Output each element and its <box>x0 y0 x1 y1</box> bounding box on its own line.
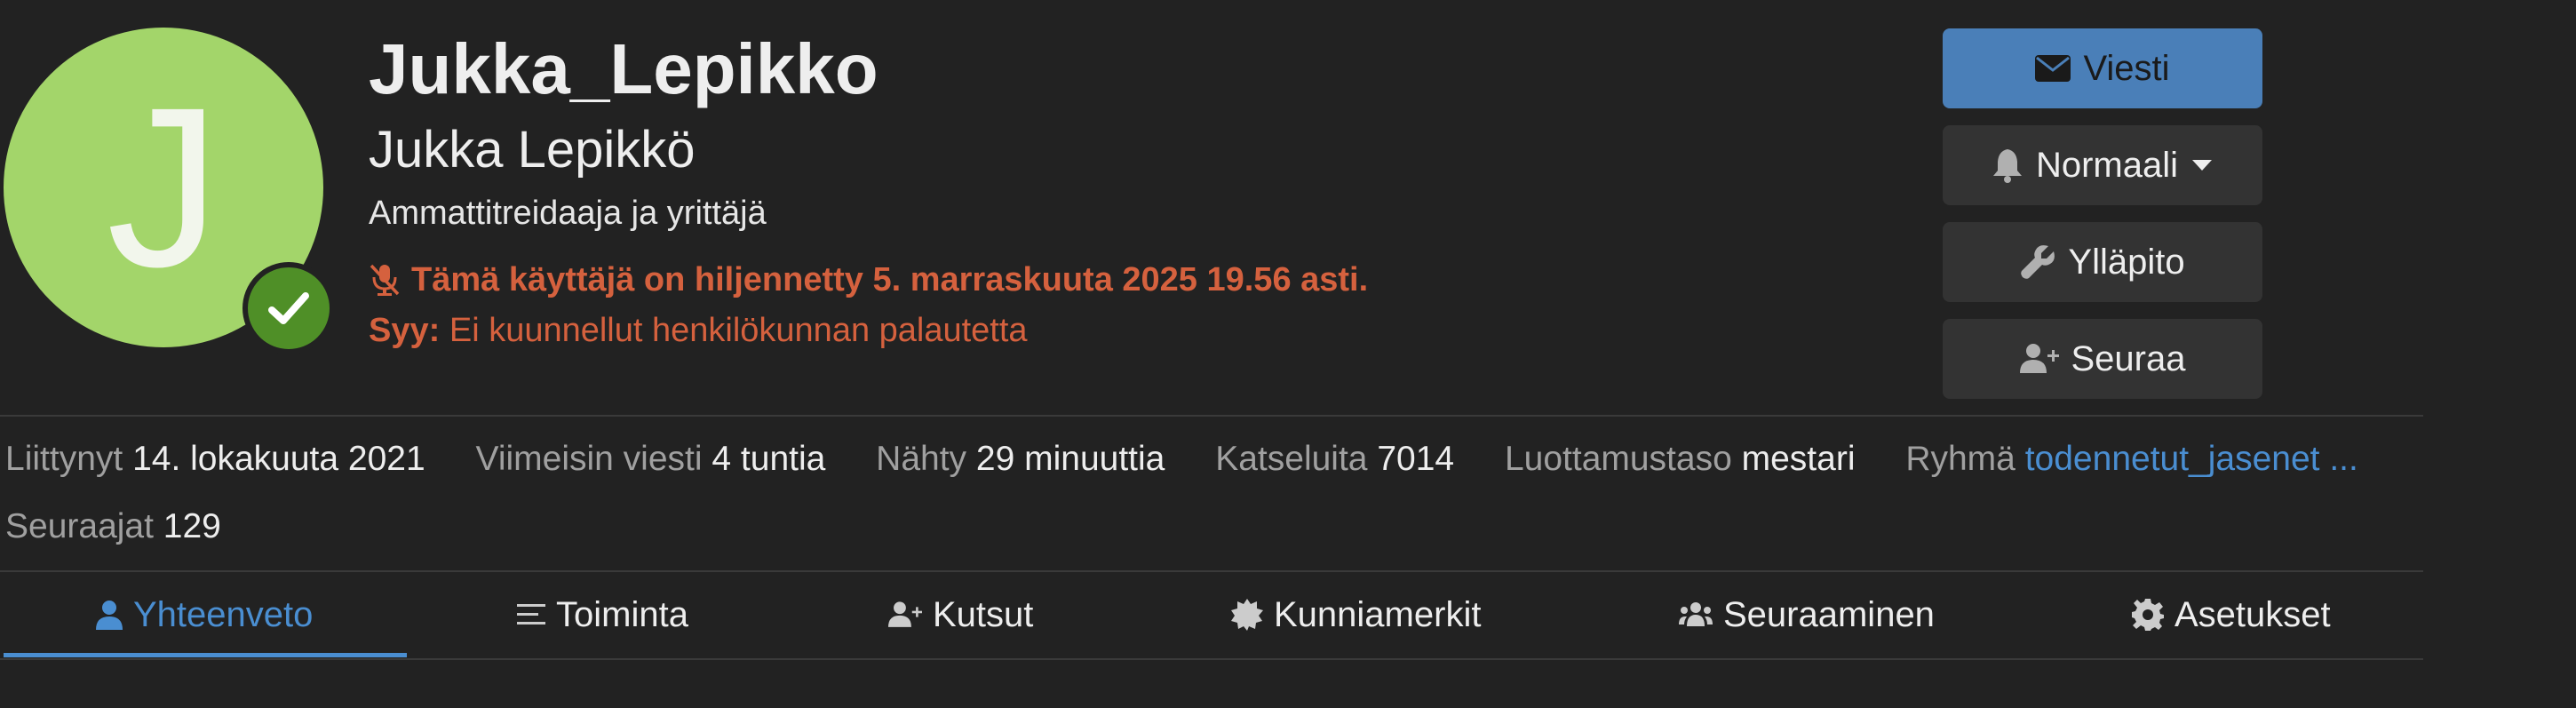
verified-badge-icon <box>242 262 335 354</box>
reason-label: Syy: <box>369 312 441 349</box>
tab-following[interactable]: Seuraaminen <box>1679 591 1935 639</box>
tab-label: Toiminta <box>556 594 688 634</box>
badge-icon <box>1231 599 1263 631</box>
user-plus-icon <box>888 601 922 627</box>
stat-seen: Nähty 29 minuuttia <box>876 440 1165 478</box>
follow-button[interactable]: Seuraa <box>1943 319 2262 399</box>
active-tab-indicator <box>4 653 407 657</box>
tab-summary[interactable]: Yhteenveto <box>96 591 313 639</box>
tab-invites[interactable]: Kutsut <box>888 591 1033 639</box>
tab-label: Kunniamerkit <box>1274 594 1482 634</box>
follow-button-label: Seuraa <box>2071 338 2186 378</box>
stat-last-post: Viimeisin viesti 4 tuntia <box>475 440 826 478</box>
list-icon <box>517 604 545 624</box>
message-button[interactable]: Viesti <box>1943 28 2262 108</box>
notification-level-button[interactable]: Normaali <box>1943 125 2262 205</box>
silenced-text: Tämä käyttäjä on hiljennetty 5. marrasku… <box>411 261 1369 298</box>
tab-label: Yhteenveto <box>133 594 314 634</box>
notification-level-label: Normaali <box>2035 145 2179 185</box>
stat-followers[interactable]: Seuraajat 129 <box>5 505 221 548</box>
group-link[interactable]: todennetut_jasenet ... <box>2025 440 2358 478</box>
chevron-down-icon <box>2192 160 2213 171</box>
stat-joined: Liittynyt 14. lokakuuta 2021 <box>5 440 425 478</box>
users-icon <box>1679 602 1713 626</box>
admin-button[interactable]: Ylläpito <box>1943 222 2262 302</box>
stat-trust-level: Luottamustaso mestari <box>1504 440 1856 478</box>
user-title: Ammattitreidaaja ja yrittäjä <box>369 195 767 232</box>
reason-text: Ei kuunnellut henkilökunnan palautetta <box>449 312 1028 349</box>
envelope-icon <box>2035 55 2071 82</box>
divider <box>0 570 2423 572</box>
silence-reason: Syy: Ei kuunnellut henkilökunnan palaute… <box>369 310 1028 351</box>
microphone-muted-icon <box>370 264 400 296</box>
tab-settings[interactable]: Asetukset <box>2132 591 2331 639</box>
silenced-notice: Tämä käyttäjä on hiljennetty 5. marrasku… <box>369 259 1368 300</box>
full-name: Jukka Lepikkö <box>369 121 696 179</box>
tab-activity[interactable]: Toiminta <box>517 591 688 639</box>
user-icon <box>96 601 123 630</box>
tab-label: Kutsut <box>933 594 1034 634</box>
message-button-label: Viesti <box>2083 48 2170 88</box>
bell-icon <box>1992 149 2022 183</box>
gear-icon <box>2132 599 2164 631</box>
divider <box>0 415 2423 417</box>
stat-views: Katseluita 7014 <box>1215 440 1455 478</box>
stats-row: Liittynyt 14. lokakuuta 2021 Viimeisin v… <box>5 438 2399 481</box>
tab-label: Asetukset <box>2174 594 2331 634</box>
wrench-icon <box>2021 245 2055 279</box>
username: Jukka_Lepikko <box>369 29 879 108</box>
tab-badges[interactable]: Kunniamerkit <box>1231 591 1481 639</box>
stat-group: Ryhmä todennetut_jasenet ... <box>1905 440 2358 478</box>
admin-button-label: Ylläpito <box>2068 242 2185 282</box>
divider <box>0 658 2423 660</box>
stats-row-followers: Seuraajat 129 <box>5 505 262 548</box>
user-plus-icon <box>2019 344 2059 373</box>
tab-label: Seuraaminen <box>1723 594 1935 634</box>
